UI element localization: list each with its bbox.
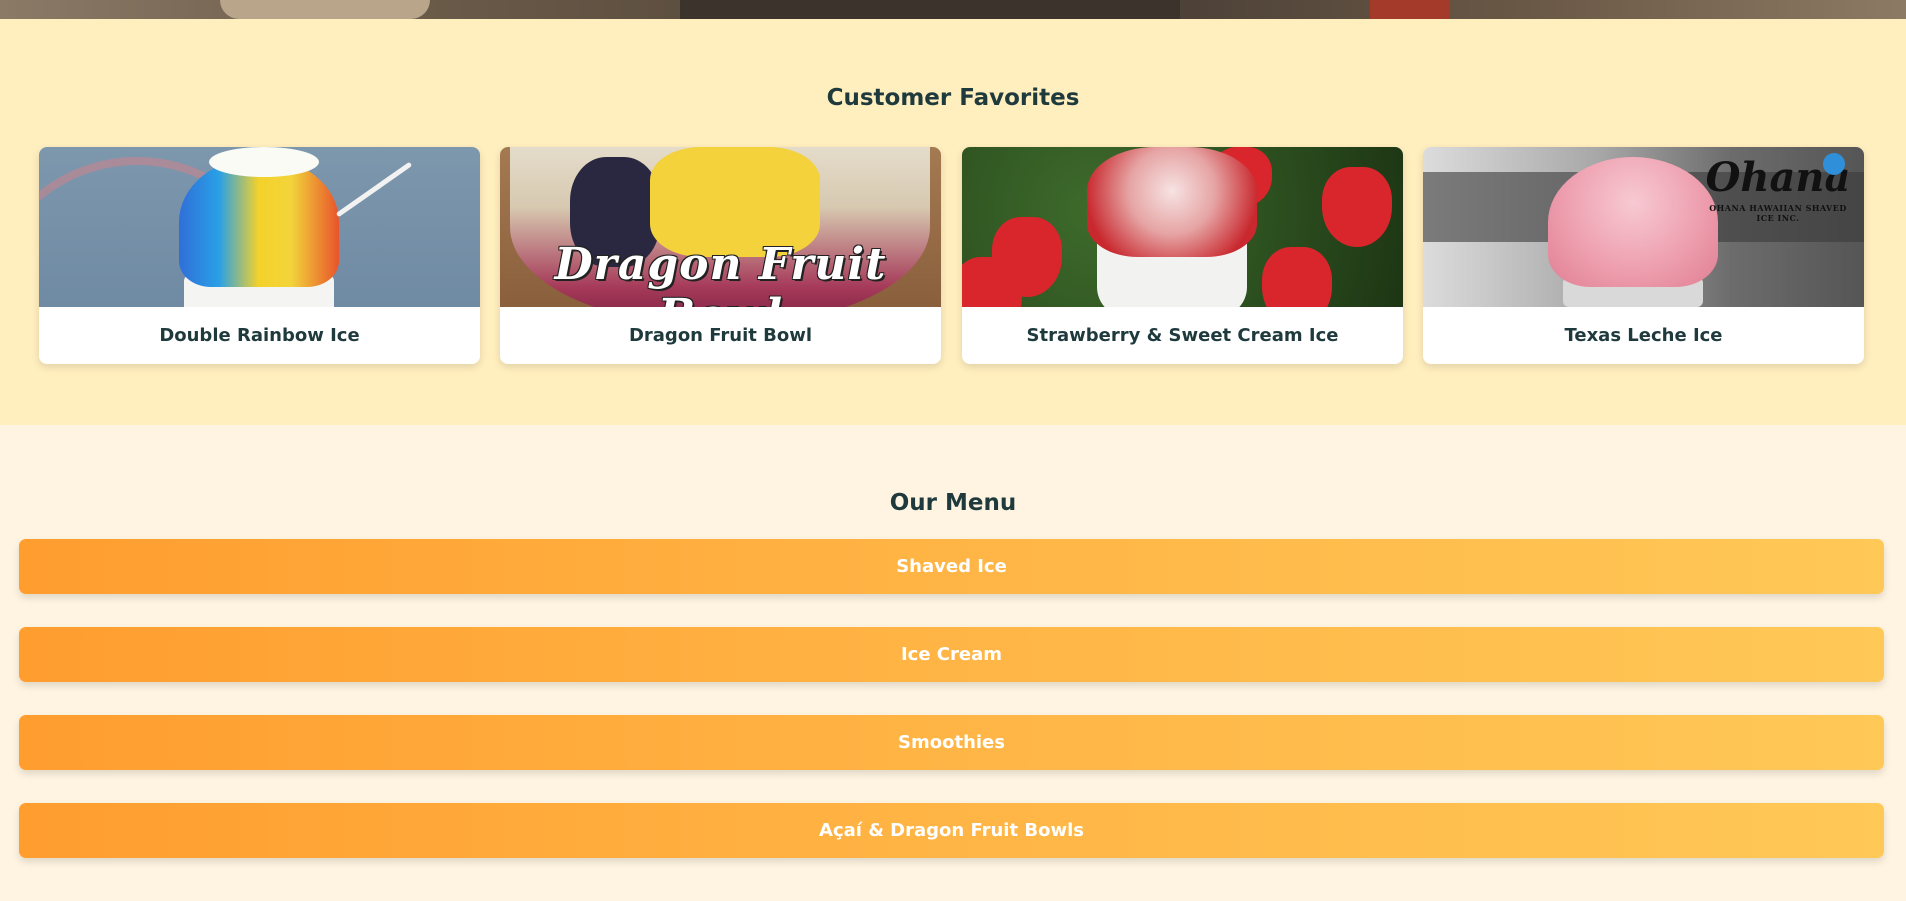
image-caption-text: Dragon Fruit Bowl [554, 239, 887, 307]
customer-favorites-section: Customer Favorites Double Rainbow Ice Dr… [0, 19, 1906, 425]
favorite-card-dragon-fruit-bowl[interactable]: Dragon Fruit Bowl Dragon Fruit Bowl [500, 147, 941, 364]
menu-button-smoothies[interactable]: Smoothies [19, 715, 1884, 770]
favorite-card-label: Texas Leche Ice [1564, 325, 1723, 346]
hero-image-detail [220, 0, 430, 19]
menu-button-shaved-ice[interactable]: Shaved Ice [19, 539, 1884, 594]
favorite-card-label: Dragon Fruit Bowl [628, 325, 813, 346]
double-rainbow-ice-image [39, 147, 480, 307]
favorite-card-label: Double Rainbow Ice [159, 325, 360, 346]
favorite-card-strawberry-sweet-cream[interactable]: Strawberry & Sweet Cream Ice [962, 147, 1403, 364]
strawberry-sweet-cream-ice-image [962, 147, 1403, 307]
hero-image-detail [680, 0, 1180, 19]
turtle-icon [1823, 153, 1845, 175]
menu-heading: Our Menu [889, 490, 1017, 516]
menu-button-ice-cream[interactable]: Ice Cream [19, 627, 1884, 682]
menu-button-acai-bowls[interactable]: Açaí & Dragon Fruit Bowls [19, 803, 1884, 858]
favorite-card-texas-leche[interactable]: Ohana OHANA HAWAIIAN SHAVED ICE INC. Tex… [1423, 147, 1864, 364]
texas-leche-ice-image: Ohana OHANA HAWAIIAN SHAVED ICE INC. [1423, 147, 1864, 307]
favorite-card-label: Strawberry & Sweet Cream Ice [1026, 325, 1339, 346]
hero-image-detail [1370, 0, 1450, 19]
favorite-card-double-rainbow[interactable]: Double Rainbow Ice [39, 147, 480, 364]
dragon-fruit-bowl-image: Dragon Fruit Bowl [500, 147, 941, 307]
favorites-heading: Customer Favorites [826, 85, 1080, 111]
hero-image-bottom [0, 0, 1906, 19]
